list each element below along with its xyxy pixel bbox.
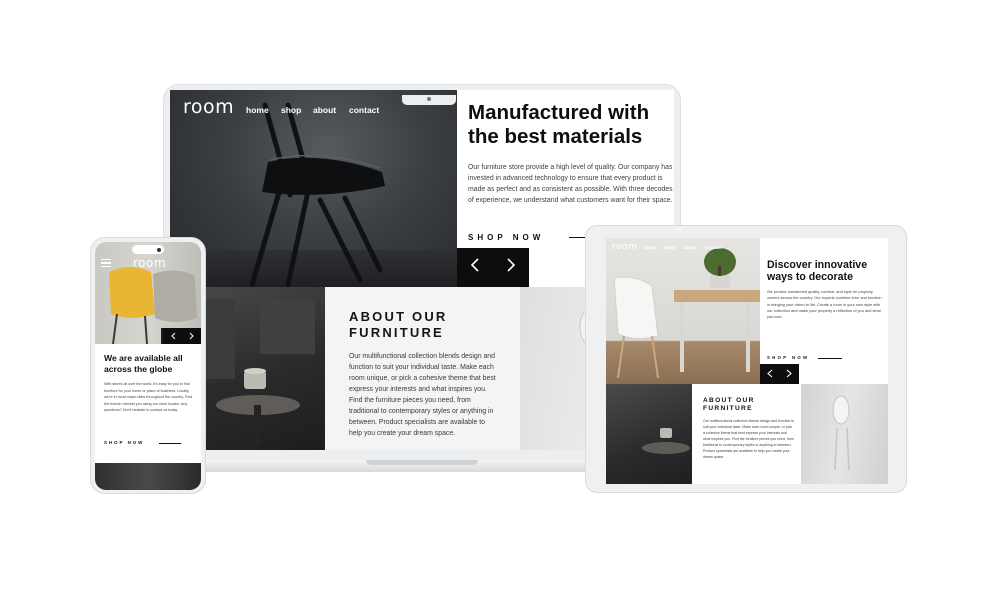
chevron-left-icon[interactable] bbox=[170, 327, 176, 345]
nav-about[interactable]: about bbox=[313, 105, 336, 115]
tablet-about-title: ABOUT OUR FURNITURE bbox=[703, 397, 755, 413]
tablet-shop-now-link[interactable]: SHOP NOW bbox=[767, 355, 809, 360]
nav-home[interactable]: home bbox=[246, 105, 269, 115]
tablet-screen: room home shop about contact Discover in… bbox=[606, 238, 888, 484]
phone-dynamic-island bbox=[132, 245, 164, 254]
about-text-panel: ABOUT OUR FURNITURE Our multifunctional … bbox=[325, 287, 520, 450]
tablet-hero-text-panel: Discover innovative ways to decorate We … bbox=[760, 238, 888, 384]
tablet-nav-home[interactable]: home bbox=[644, 246, 657, 251]
phone-screen: room We are available all across the glo… bbox=[95, 242, 201, 490]
tablet-body: We provide unmatched quality, comfort, a… bbox=[767, 289, 882, 320]
tablet-nav-shop[interactable]: shop bbox=[664, 246, 675, 251]
phone-site-logo[interactable]: room bbox=[133, 256, 166, 270]
hero-chair-photo bbox=[170, 90, 457, 287]
tablet-site-logo[interactable]: room bbox=[612, 242, 637, 252]
chevron-left-icon[interactable] bbox=[766, 365, 773, 383]
phone-title: We are available all across the globe bbox=[104, 353, 183, 374]
tablet-shop-now-arrow-line bbox=[818, 358, 842, 359]
menu-icon[interactable] bbox=[101, 259, 111, 268]
tablet-nav-about[interactable]: about bbox=[683, 246, 696, 251]
tablet-about-title-line1: ABOUT OUR bbox=[703, 397, 755, 404]
folding-chair-illustration bbox=[249, 102, 385, 287]
tablet-hero-photo bbox=[606, 238, 760, 384]
chevron-right-icon[interactable] bbox=[189, 327, 195, 345]
tablet-about-body: Our multifunctional collection blends de… bbox=[703, 419, 795, 459]
tablet-carousel-controls bbox=[760, 364, 799, 384]
nav-shop[interactable]: shop bbox=[281, 105, 301, 115]
tablet-nav-contact[interactable]: contact bbox=[705, 246, 722, 251]
phone-carousel-controls bbox=[163, 328, 201, 344]
hero-body: Our furniture store provide a high level… bbox=[468, 164, 673, 204]
tablet-about-photo bbox=[606, 384, 692, 484]
site-logo[interactable]: room bbox=[183, 96, 234, 118]
tablet-mockup: room home shop about contact Discover in… bbox=[585, 225, 907, 493]
hero-carousel-controls bbox=[457, 248, 529, 287]
about-title-line1: ABOUT OUR bbox=[349, 309, 448, 324]
chevron-right-icon[interactable] bbox=[786, 365, 793, 383]
tablet-about-text-panel: ABOUT OUR FURNITURE Our multifunctional … bbox=[692, 384, 801, 484]
phone-body: With stores all over the world, it's eas… bbox=[104, 382, 193, 413]
nav-contact[interactable]: contact bbox=[349, 105, 379, 115]
chevron-left-icon[interactable] bbox=[469, 258, 481, 277]
tablet-title: Discover innovative ways to decorate bbox=[767, 259, 868, 283]
tablet-about-chair-photo bbox=[801, 384, 888, 484]
hero-title: Manufactured with the best materials bbox=[468, 101, 650, 148]
camera-icon bbox=[427, 97, 431, 101]
phone-shop-now-arrow-line bbox=[159, 443, 181, 444]
about-title-line2: FURNITURE bbox=[349, 325, 444, 340]
about-body: Our multifunctional collection blends de… bbox=[349, 353, 496, 437]
camera-icon bbox=[157, 247, 161, 252]
chevron-right-icon[interactable] bbox=[505, 258, 517, 277]
shop-now-link[interactable]: SHOP NOW bbox=[468, 233, 544, 242]
tablet-about-title-line2: FURNITURE bbox=[703, 405, 753, 412]
phone-bottom-photo bbox=[95, 463, 201, 490]
about-title: ABOUT OUR FURNITURE bbox=[349, 309, 448, 341]
phone-mockup: room We are available all across the glo… bbox=[90, 237, 206, 494]
laptop-hinge bbox=[366, 460, 478, 465]
phone-shop-now-link[interactable]: SHOP NOW bbox=[104, 440, 144, 445]
